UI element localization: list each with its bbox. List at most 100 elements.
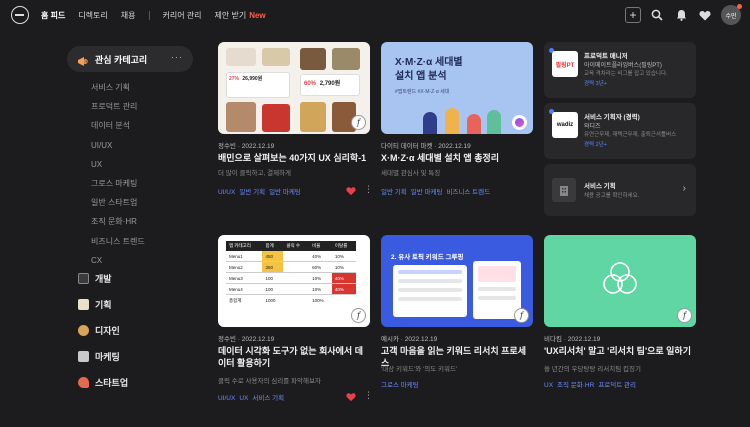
card-more-icon[interactable]: ⋮	[364, 185, 373, 194]
sidebar-item-general-startup[interactable]: 일반 스타트업	[91, 193, 145, 212]
card-tag[interactable]: 조직 문화·HR	[557, 382, 594, 389]
favorites-button[interactable]	[695, 5, 715, 25]
card-description: 세대별 관심사 및 특징	[381, 170, 441, 177]
card-title[interactable]: 배민으로 살펴보는 40가지 UX 심리학-1	[218, 152, 370, 164]
app-logo[interactable]	[11, 6, 29, 24]
table-header: 비율	[312, 243, 321, 248]
sidebar-item-growth-marketing[interactable]: 그로스 마케팅	[91, 174, 145, 193]
card-thumbnail[interactable]: 2. 유사 토픽 키워드 그루핑 f	[381, 235, 533, 327]
card-tag[interactable]: UX	[239, 395, 248, 402]
service-planning-jobs-card[interactable]: 서비스 기획 채용 공고를 확인하세요. ›	[544, 164, 696, 216]
venn-circles-icon	[603, 262, 637, 294]
sidebar-category-design[interactable]: 디자인	[78, 324, 120, 337]
sidebar-item-cx[interactable]: CX	[91, 251, 145, 270]
card-tag[interactable]: 일반 마케팅	[269, 189, 301, 196]
card-author[interactable]: 비다킴	[544, 336, 562, 343]
card-thumbnail[interactable]: X·M·Z·α 세대별 설치 앱 분석 #앱트렌드 #X·M·Z·α 세대	[381, 42, 533, 134]
table-cell: 10%	[331, 261, 356, 273]
sidebar-item-data-analysis[interactable]: 데이터 분석	[91, 116, 145, 135]
card-author[interactable]: 다이티 데이터 마켓	[381, 143, 432, 150]
product-image	[226, 48, 256, 66]
table-header: 합계	[265, 243, 274, 248]
card-tag[interactable]: UI/UX	[218, 395, 235, 402]
card-meta: 비다킴 · 2022.12.19	[544, 336, 601, 343]
create-button[interactable]: +	[623, 5, 643, 25]
card-thumbnail[interactable]: 27% 26,990원 60% 2,790원 f	[218, 42, 370, 134]
card-author[interactable]: 정수빈	[218, 336, 236, 343]
rocket-icon	[78, 377, 89, 388]
card-title[interactable]: X·M·Z·α 세대별 설치 앱 총정리	[381, 152, 533, 164]
price-text: 26,990원	[242, 76, 263, 82]
search-button[interactable]	[647, 5, 667, 25]
sidebar-item-business-trend[interactable]: 비즈니스 트렌드	[91, 232, 145, 251]
content-card[interactable]: X·M·Z·α 세대별 설치 앱 분석 #앱트렌드 #X·M·Z·α 세대 다이…	[381, 42, 533, 202]
sidebar-interest-category-header[interactable]: 관심 카테고리 ···	[67, 46, 193, 72]
card-tag[interactable]: 일반 기획	[239, 189, 265, 196]
card-tags: UI/UX 일반 기획 일반 마케팅	[218, 186, 305, 196]
job-title: 프로덕트 매니저	[584, 53, 628, 60]
nav-directory[interactable]: 디렉토리	[78, 10, 107, 21]
table-cell: 60%	[309, 261, 332, 273]
user-avatar[interactable]: 수민	[721, 4, 742, 25]
sidebar-category-planning[interactable]: 기획	[78, 298, 112, 311]
card-thumbnail[interactable]: f	[544, 235, 696, 327]
table-cell: 450	[262, 251, 284, 262]
sidebar-item-ux[interactable]: UX	[91, 155, 145, 174]
card-tag[interactable]: UI/UX	[218, 189, 235, 196]
job-title: 서비스 기획자 (경력)	[584, 114, 640, 121]
card-author[interactable]: 예시카	[381, 336, 399, 343]
sidebar-category-startup[interactable]: 스타트업	[78, 376, 128, 389]
content-card[interactable]: f 비다킴 · 2022.12.19 'UX리서처' 말고 '리서치 팀'으로 …	[544, 235, 696, 395]
card-tag[interactable]: 서비스 기획	[252, 395, 284, 402]
job-posting-card[interactable]: wadiz 서비스 기획자 (경력) 와디즈 유연근무제, 재택근무제, 출퇴근…	[544, 103, 696, 159]
sidebar-item-ui-ux[interactable]: UI/UX	[91, 136, 145, 155]
sidebar-category-marketing[interactable]: 마케팅	[78, 350, 120, 363]
card-title[interactable]: 'UX리서처' 말고 '리서치 팀'으로 일하기	[544, 345, 696, 357]
sidebar-item-service-planning[interactable]: 서비스 기획	[91, 78, 145, 97]
card-tag[interactable]: 일반 기획	[381, 189, 407, 196]
card-tag[interactable]: 그로스 마케팅	[381, 382, 419, 389]
nav-home-feed[interactable]: 홈 피드	[41, 10, 65, 21]
card-more-icon[interactable]: ⋮	[364, 391, 373, 400]
like-heart-icon[interactable]	[346, 186, 356, 196]
job-posting-card[interactable]: 필링PT 프로덕트 매니저 아이메이트플라잉버스(필링PT) 교육 격차라는 비…	[544, 42, 696, 98]
card-tag[interactable]: UX	[544, 382, 553, 389]
product-image	[226, 102, 256, 132]
nav-actions: + 수민	[619, 4, 742, 25]
illustration-people	[417, 104, 507, 134]
price-text: 2,790원	[319, 81, 341, 87]
card-tags: 그로스 마케팅	[381, 379, 423, 389]
nav-career-management[interactable]: 커리어 관리	[163, 10, 202, 21]
table-cell: 10%	[331, 251, 356, 262]
card-meta: 정수빈 · 2022.12.19	[218, 336, 275, 343]
content-card[interactable]: 27% 26,990원 60% 2,790원 f 정수빈 · 2022.12.1…	[218, 42, 373, 202]
table-cell: 총합계	[229, 297, 242, 303]
card-tags: 일반 기획 일반 마케팅 비즈니스 트렌드	[381, 186, 494, 196]
card-thumbnail[interactable]: 앱 카테고리 합계 클릭 수 비율 이탈률 Menu1 450 40% 10% …	[218, 235, 370, 327]
sidebar-item-org-culture-hr[interactable]: 조직 문화·HR	[91, 212, 145, 231]
price-box: 27% 26,990원	[226, 72, 290, 98]
more-options-icon[interactable]: ···	[171, 52, 183, 62]
table-cell: 40%	[331, 272, 356, 284]
notification-button[interactable]	[671, 5, 691, 25]
card-tag[interactable]: 일반 마케팅	[411, 189, 443, 196]
sidebar-category-label: 스타트업	[95, 378, 129, 388]
card-title[interactable]: 데이터 시각화 도구가 없는 회사에서 데이터 활용하기	[218, 345, 370, 369]
thumbnail-title: X·M·Z·α 세대별 설치 앱 분석	[395, 57, 463, 82]
card-tag[interactable]: 프로덕트 관리	[598, 382, 636, 389]
content-card[interactable]: 앱 카테고리 합계 클릭 수 비율 이탈률 Menu1 450 40% 10% …	[218, 235, 373, 405]
card-tag[interactable]: 비즈니스 트렌드	[446, 189, 490, 196]
content-card[interactable]: 2. 유사 토픽 키워드 그루핑 f 예시카 · 2022.12.19 고객 마…	[381, 235, 533, 395]
like-heart-icon[interactable]	[346, 392, 356, 402]
thumbnail-data-table: 앱 카테고리 합계 클릭 수 비율 이탈률 Menu1 450 40% 10% …	[226, 241, 356, 306]
company-logo: 필링PT	[552, 51, 578, 77]
nav-get-offers[interactable]: 제안 받기 New	[215, 10, 266, 21]
card-date: 2022.12.19	[567, 336, 601, 343]
sidebar-item-product-management[interactable]: 프로덕트 관리	[91, 97, 145, 116]
table-cell: Menu3	[226, 272, 263, 284]
author-badge-icon: f	[351, 115, 366, 130]
card-author[interactable]: 정수빈	[218, 143, 236, 150]
nav-jobs[interactable]: 채용	[121, 10, 136, 21]
chevron-right-icon: ›	[682, 183, 686, 194]
sidebar-category-dev[interactable]: 개발	[78, 272, 112, 285]
